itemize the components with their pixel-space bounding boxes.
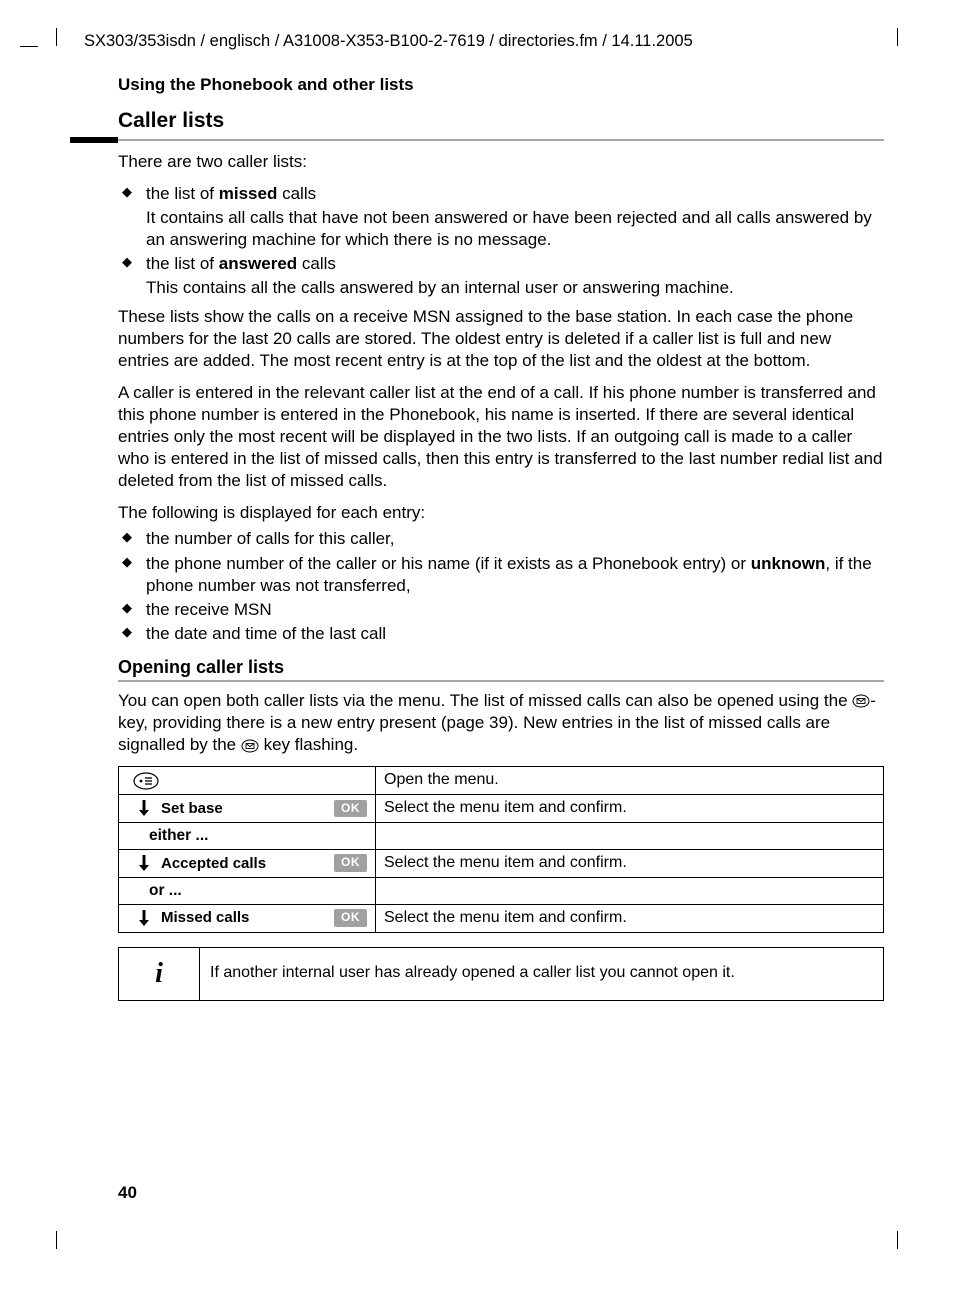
crop-mark: [20, 46, 38, 47]
step-description: Select the menu item and confirm.: [376, 849, 884, 877]
list-item: the phone number of the caller or his na…: [118, 553, 884, 597]
down-arrow-icon: [137, 909, 151, 927]
list-item: the list of missed calls It contains all…: [118, 183, 884, 251]
condition-or: or ...: [127, 881, 367, 901]
mail-key-icon: [241, 739, 259, 753]
steps-table: Open the menu. Set base OK Select the me…: [118, 766, 884, 932]
text: the list of: [146, 254, 219, 273]
condition-either: either ...: [127, 826, 367, 846]
ok-badge: OK: [334, 800, 367, 818]
table-row: Missed calls OK Select the menu item and…: [119, 904, 884, 932]
text: calls: [297, 254, 336, 273]
list-item: the date and time of the last call: [118, 623, 884, 645]
bold-text: missed: [219, 184, 278, 203]
crop-mark: [897, 28, 898, 46]
table-row: Set base OK Select the menu item and con…: [119, 794, 884, 822]
text: key flashing.: [259, 735, 358, 754]
text: calls: [277, 184, 316, 203]
step-description: Select the menu item and confirm.: [376, 904, 884, 932]
paragraph: A caller is entered in the relevant call…: [118, 382, 884, 492]
note-box: i If another internal user has already o…: [118, 947, 884, 1001]
info-icon: i: [119, 947, 200, 1000]
down-arrow-icon: [137, 854, 151, 872]
text: the phone number of the caller or his na…: [146, 554, 751, 573]
table-row: Accepted calls OK Select the menu item a…: [119, 849, 884, 877]
text: You can open both caller lists via the m…: [118, 691, 852, 710]
opening-paragraph: You can open both caller lists via the m…: [118, 690, 884, 756]
heading-opening-caller-lists: Opening caller lists: [118, 657, 884, 678]
sub-text: It contains all calls that have not been…: [146, 207, 884, 251]
ok-badge: OK: [334, 854, 367, 872]
table-row: or ...: [119, 877, 884, 904]
step-description: Select the menu item and confirm.: [376, 794, 884, 822]
bold-text: unknown: [751, 554, 826, 573]
subheading-rule: [118, 680, 884, 682]
caller-list-types: the list of missed calls It contains all…: [118, 183, 884, 299]
step-description: Open the menu.: [376, 767, 884, 795]
crop-mark: [897, 1231, 898, 1249]
heading-caller-lists: Caller lists: [118, 109, 884, 133]
text: the list of: [146, 184, 219, 203]
crop-mark: [56, 28, 57, 46]
section-title: Using the Phonebook and other lists: [118, 75, 884, 95]
entry-display-list: the number of calls for this caller, the…: [118, 528, 884, 644]
intro-text: There are two caller lists:: [118, 151, 884, 173]
list-item: the number of calls for this caller,: [118, 528, 884, 550]
page-number: 40: [118, 1183, 137, 1203]
crop-mark: [56, 1231, 57, 1249]
table-row: either ...: [119, 822, 884, 849]
paragraph: These lists show the calls on a receive …: [118, 306, 884, 372]
paragraph: The following is displayed for each entr…: [118, 502, 884, 524]
menu-key-icon: [133, 772, 159, 790]
menu-item-label: Missed calls: [161, 908, 324, 928]
bold-text: answered: [219, 254, 297, 273]
list-item: the list of answered calls This contains…: [118, 253, 884, 299]
table-row: Open the menu.: [119, 767, 884, 795]
list-item: the receive MSN: [118, 599, 884, 621]
down-arrow-icon: [137, 799, 151, 817]
menu-item-label: Set base: [161, 799, 324, 819]
heading-rule: [70, 137, 884, 143]
header-path: SX303/353isdn / englisch / A31008-X353-B…: [84, 32, 884, 51]
menu-item-label: Accepted calls: [161, 854, 324, 874]
ok-badge: OK: [334, 909, 367, 927]
sub-text: This contains all the calls answered by …: [146, 277, 884, 299]
mail-key-icon: [852, 694, 870, 708]
note-text: If another internal user has already ope…: [200, 947, 884, 1000]
